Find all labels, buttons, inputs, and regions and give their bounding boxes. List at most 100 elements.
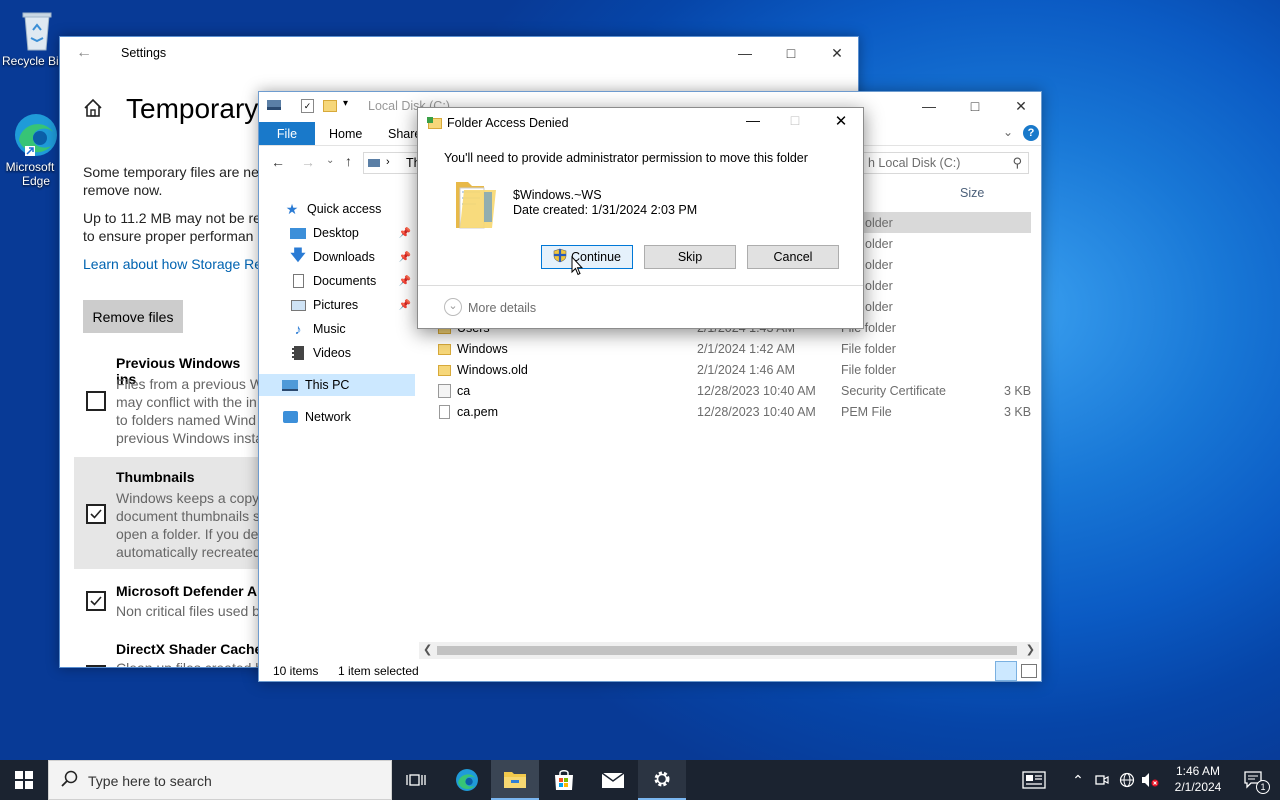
notification-count-badge: 1 <box>1256 780 1270 794</box>
nav-up-icon[interactable]: ↑ <box>345 153 352 169</box>
search-icon <box>61 770 79 791</box>
defender-item: Microsoft Defender A Non critical files … <box>74 575 264 625</box>
ribbon-tab-home[interactable]: Home <box>329 127 362 141</box>
file-row-ca-pem[interactable]: ca.pem 12/28/2023 10:40 AM PEM File 3 KB <box>436 402 1036 423</box>
cancel-button[interactable]: Cancel <box>747 245 839 269</box>
pin-icon: 📌 <box>398 275 411 287</box>
remove-files-button[interactable]: Remove files <box>83 300 183 333</box>
file-size: 3 KB <box>1004 405 1032 419</box>
taskbar-edge[interactable] <box>443 760 491 800</box>
directx-checkbox[interactable] <box>86 665 106 667</box>
nav-forward-icon[interactable]: → <box>301 154 315 170</box>
taskbar-file-explorer[interactable] <box>491 760 539 800</box>
continue-button[interactable]: Continue <box>541 245 633 269</box>
item-desc: to folders named Wind <box>116 412 257 428</box>
show-hidden-icons-button[interactable]: ⌃ <box>1066 760 1090 800</box>
dialog-message: You'll need to provide administrator per… <box>444 151 808 165</box>
file-size: 3 KB <box>1004 384 1032 398</box>
scroll-thumb[interactable] <box>437 646 1017 655</box>
ribbon-tab-file[interactable]: File <box>259 122 315 145</box>
file-type: Security Certificate <box>841 384 946 398</box>
file-row-windows-old[interactable]: Windows.old 2/1/2024 1:46 AM File folder <box>436 360 1036 381</box>
taskbar: Type here to search ⌃ 1:46 AM 2/1/2024 1 <box>0 760 1280 800</box>
pin-icon: 📌 <box>398 251 411 263</box>
ribbon-expand-chevron-icon[interactable]: ⌄ <box>1003 125 1013 139</box>
taskbar-search-input[interactable]: Type here to search <box>88 773 212 789</box>
file-type: File folder <box>841 363 896 377</box>
learn-storage-link[interactable]: Learn about how Storage Re <box>83 255 262 273</box>
dialog-divider <box>418 285 863 286</box>
nav-label: Documents <box>313 274 377 288</box>
scroll-left-icon[interactable]: ❮ <box>423 643 432 656</box>
chevron-down-icon[interactable]: ▾ <box>343 98 348 109</box>
clock[interactable]: 1:46 AM 2/1/2024 <box>1164 763 1232 799</box>
settings-minimize-button[interactable]: — <box>722 37 768 69</box>
task-view-button[interactable] <box>392 760 440 800</box>
thumbnails-checkbox[interactable] <box>86 504 106 524</box>
clock-time: 1:46 AM <box>1175 764 1221 778</box>
file-row-windows[interactable]: Windows 2/1/2024 1:42 AM File folder <box>436 339 1036 360</box>
properties-icon[interactable]: ✓ <box>301 99 314 113</box>
nav-videos[interactable]: Videos <box>289 342 415 364</box>
nav-pictures[interactable]: Pictures 📌 <box>289 294 415 316</box>
horizontal-scrollbar[interactable]: ❮ ❯ <box>419 642 1039 659</box>
address-bar[interactable]: › Th <box>363 152 423 174</box>
file-date: 12/28/2023 10:40 AM <box>697 384 816 398</box>
nav-documents[interactable]: Documents 📌 <box>289 270 415 292</box>
explorer-close-button[interactable]: ✕ <box>998 92 1041 120</box>
dialog-minimize-button[interactable]: — <box>738 112 768 132</box>
nav-network[interactable]: Network <box>281 406 415 428</box>
row-type: older <box>865 258 893 272</box>
taskbar-mail[interactable] <box>589 760 637 800</box>
skip-button[interactable]: Skip <box>644 245 736 269</box>
scroll-right-icon[interactable]: ❯ <box>1026 643 1035 656</box>
dialog-close-button[interactable]: ✕ <box>826 112 856 132</box>
new-folder-icon[interactable] <box>323 100 337 112</box>
network-globe-icon[interactable] <box>1114 760 1140 800</box>
more-details-toggle[interactable]: More details <box>468 301 536 315</box>
folder-icon <box>438 365 451 376</box>
volume-muted-icon[interactable] <box>1138 760 1162 800</box>
directx-item: DirectX Shader Cache Clean up files crea… <box>74 633 264 667</box>
item-desc: document thumbnails s <box>116 508 260 524</box>
explorer-minimize-button[interactable]: — <box>906 92 952 120</box>
explorer-maximize-button[interactable]: □ <box>952 92 998 120</box>
item-desc: Non critical files used b <box>116 603 260 619</box>
file-type: File folder <box>841 342 896 356</box>
more-details-chevron-icon[interactable]: ⌄ <box>444 298 462 316</box>
column-header-size[interactable]: Size <box>960 186 984 200</box>
settings-titlebar: ← Settings — □ ✕ <box>60 37 858 71</box>
nav-this-pc[interactable]: This PC <box>259 374 415 396</box>
previous-windows-checkbox[interactable] <box>86 391 106 411</box>
help-icon[interactable]: ? <box>1023 125 1039 141</box>
nav-desktop[interactable]: Desktop 📌 <box>289 222 415 244</box>
nav-back-icon[interactable]: ← <box>271 154 285 170</box>
recent-locations-icon[interactable]: ⌄ <box>326 155 334 166</box>
clock-date: 2/1/2024 <box>1174 780 1222 794</box>
taskbar-store[interactable] <box>540 760 588 800</box>
details-view-icon[interactable] <box>995 661 1017 681</box>
meet-now-icon[interactable] <box>1090 760 1114 800</box>
back-arrow-icon[interactable]: ← <box>76 44 92 62</box>
file-date: 2/1/2024 1:42 AM <box>697 342 795 356</box>
nav-quick-access[interactable]: ★ Quick access <box>283 198 439 220</box>
news-widget-button[interactable] <box>1012 760 1056 800</box>
nav-music[interactable]: ♪ Music <box>289 318 415 340</box>
action-center-button[interactable]: 1 <box>1234 760 1274 800</box>
file-date: 12/28/2023 10:40 AM <box>697 405 816 419</box>
settings-maximize-button[interactable]: □ <box>768 37 814 69</box>
file-row-ca[interactable]: ca 12/28/2023 10:40 AM Security Certific… <box>436 381 1036 402</box>
edge-icon <box>456 769 478 791</box>
settings-close-button[interactable]: ✕ <box>814 37 858 69</box>
taskbar-search-box[interactable]: Type here to search <box>48 760 392 800</box>
large-icons-view-icon[interactable] <box>1021 664 1037 678</box>
defender-checkbox[interactable] <box>86 591 106 611</box>
folder-icon <box>438 344 451 355</box>
nav-label: Music <box>313 322 346 336</box>
nav-downloads[interactable]: 🡇 Downloads 📌 <box>289 246 415 268</box>
taskbar-settings[interactable] <box>638 760 686 800</box>
search-input[interactable]: h Local Disk (C:) <box>868 156 960 170</box>
start-button[interactable] <box>0 760 48 800</box>
home-icon[interactable] <box>82 97 104 122</box>
search-box[interactable]: h Local Disk (C:) ⚲ <box>849 152 1029 174</box>
